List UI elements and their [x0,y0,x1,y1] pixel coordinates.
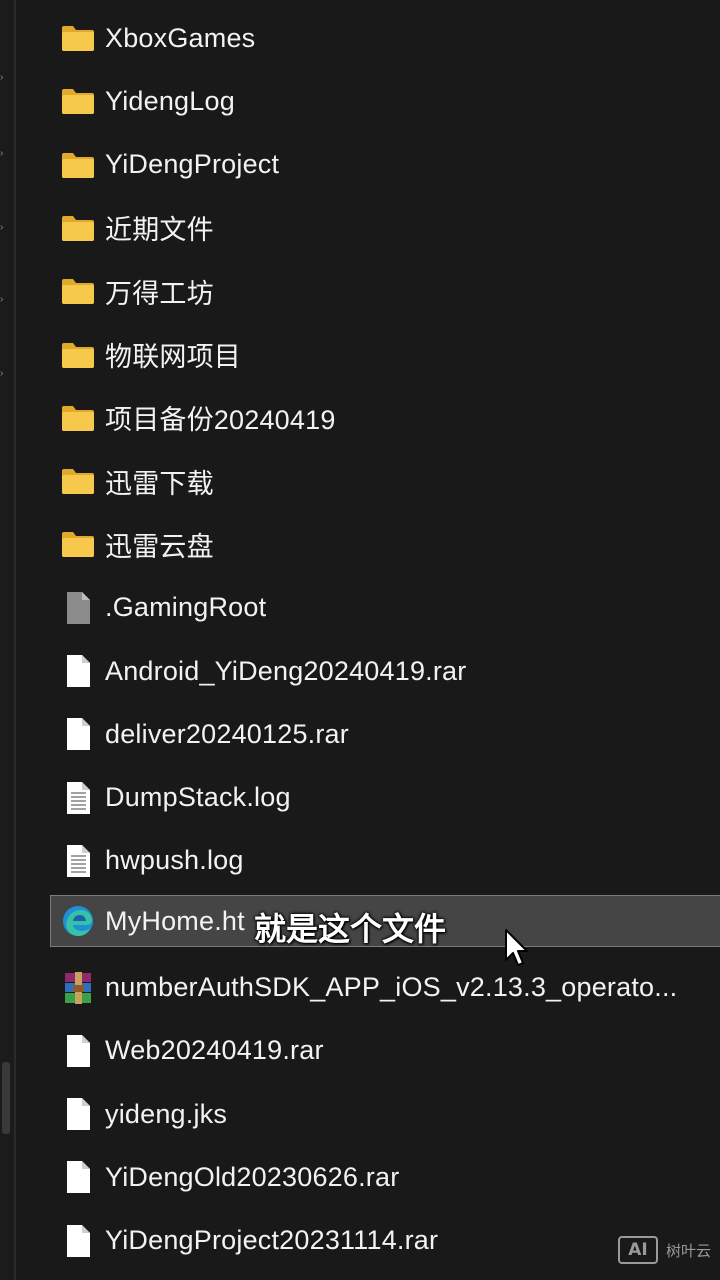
file-row[interactable]: YiDengOld20230626.rar [50,1150,720,1204]
file-row[interactable]: yideng.jks [50,1087,720,1141]
mouse-cursor-icon [505,929,528,966]
folder-icon [60,210,96,246]
folder-row[interactable]: YiDengProject [50,138,720,192]
file-row[interactable]: hwpush.log [50,834,720,888]
folder-row[interactable]: 迅雷云盘 [50,517,720,571]
file-name-label: yideng.jks [105,1098,228,1129]
folder-row[interactable]: 万得工坊 [50,264,720,318]
file-name-label: numberAuthSDK_APP_iOS_v2.13.3_operato... [105,972,678,1002]
file-icon [60,1096,96,1132]
folder-icon [60,273,96,309]
file-name-label: .GamingRoot [105,592,267,623]
folder-row[interactable]: 物联网项目 [50,328,720,382]
file-name-label: 物联网项目 [105,342,241,372]
file-name-label: YiDengOld20230626.rar [105,1161,400,1192]
file-row[interactable]: Android_YiDeng20240419.rar [50,644,720,698]
file-name-label: hwpush.log [105,845,244,876]
file-icon [60,716,96,752]
file-name-label: Android_YiDeng20240419.rar [105,655,467,686]
watermark-text: 树叶云 [666,1241,712,1260]
watermark-logo: AI [618,1236,658,1264]
file-row[interactable]: .GamingRoot [50,581,720,635]
file-name-label: XboxGames [105,22,256,53]
file-name-label: YiDengProject [105,149,280,180]
file-name-label: deliver20240125.rar [105,718,349,749]
text-file-icon [60,780,96,816]
folder-icon [60,526,96,562]
file-name-label: YiDengProject20231114.rar [105,1225,439,1256]
folder-row[interactable]: XboxGames [50,11,720,65]
text-file-icon [60,843,96,879]
edge-browser-icon [60,903,96,939]
folder-icon [60,147,96,183]
file-icon [60,1223,96,1259]
folder-row[interactable]: 近期文件 [50,201,720,255]
file-icon [60,1033,96,1069]
file-row[interactable]: numberAuthSDK_APP_iOS_v2.13.3_operato... [50,961,720,1015]
file-name-label: 迅雷云盘 [105,531,214,562]
file-icon [60,653,96,689]
file-name-label: MyHome.ht [105,905,245,936]
file-name-label: Web20240419.rar [105,1035,324,1066]
folder-icon [60,400,96,436]
file-name-label: 近期文件 [105,215,214,246]
folder-icon [60,463,96,499]
winrar-archive-icon [60,970,96,1006]
file-row[interactable]: DumpStack.log [50,771,720,825]
file-name-label: 万得工坊 [105,278,214,309]
folder-row[interactable]: YidengLog [50,74,720,128]
file-name-label: DumpStack.log [105,782,291,813]
folder-row[interactable]: 项目备份20240419 [50,391,720,445]
folder-icon [60,337,96,373]
file-row[interactable]: Web20240419.rar [50,1024,720,1078]
file-name-label: 项目备份20240419 [105,405,336,436]
file-row[interactable]: deliver20240125.rar [50,707,720,761]
folder-icon [60,20,96,56]
watermark: AI 树叶云 [618,1236,711,1264]
folder-row[interactable]: 迅雷下载 [50,454,720,508]
file-name-label: 迅雷下载 [105,468,214,499]
file-list: XboxGames YidengLog YiDengProject 近期文件万得工坊物… [0,0,720,1280]
system-file-icon [60,590,96,626]
file-icon [60,1159,96,1195]
file-name-label: YidengLog [105,85,235,116]
subtitle-caption: 就是这个文件 [254,910,447,948]
folder-icon [60,83,96,119]
